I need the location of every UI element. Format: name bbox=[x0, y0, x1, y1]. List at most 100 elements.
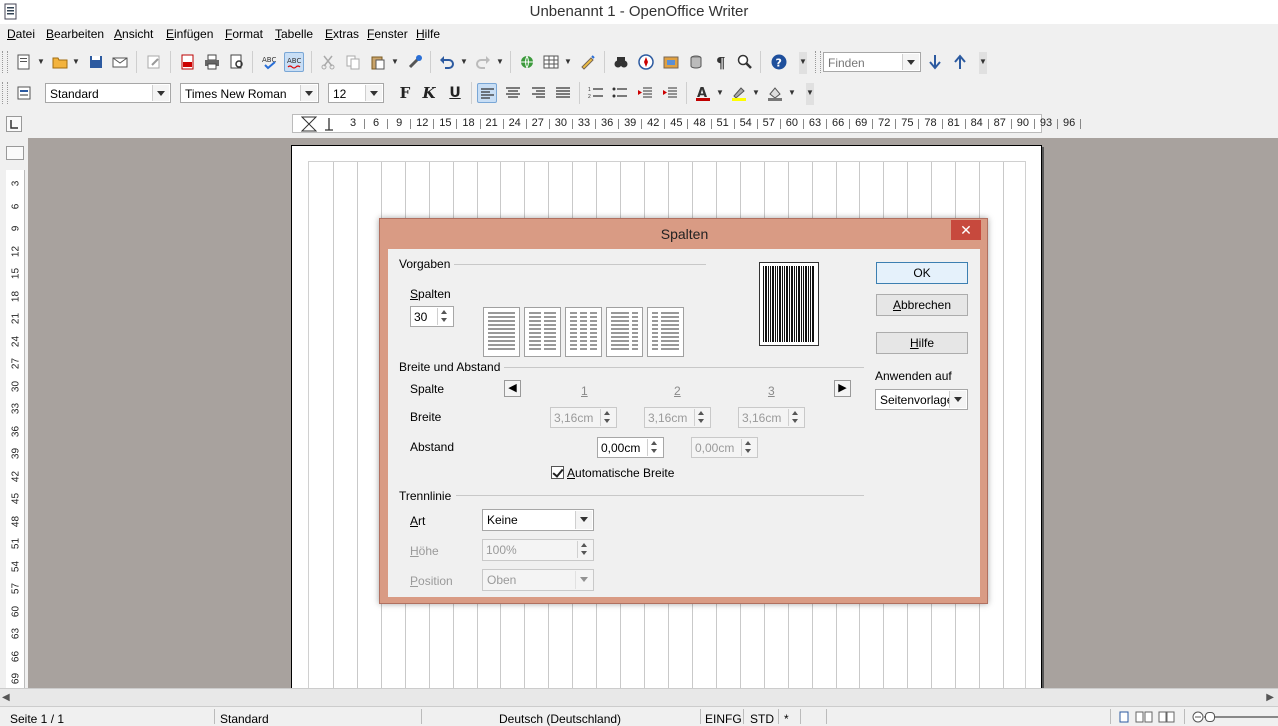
decrease-indent-icon[interactable] bbox=[635, 83, 655, 103]
formatting-toolbar-overflow-icon[interactable]: ▼ bbox=[806, 83, 814, 105]
background-color-dropdown-icon[interactable]: ▼ bbox=[788, 83, 796, 103]
dialog-close-icon[interactable]: ✕ bbox=[951, 220, 981, 240]
data-sources-icon[interactable] bbox=[686, 52, 706, 72]
tab-stop-type-icon[interactable] bbox=[6, 116, 22, 132]
auto-width-checkbox[interactable] bbox=[551, 466, 564, 479]
copy-icon[interactable] bbox=[343, 52, 363, 72]
zoom-icon[interactable] bbox=[735, 52, 755, 72]
cut-icon[interactable] bbox=[318, 52, 338, 72]
left-indent-marker-icon[interactable] bbox=[301, 116, 319, 132]
apply-to-select[interactable]: Seitenvorlage bbox=[875, 389, 968, 410]
toolbar-grip[interactable] bbox=[2, 82, 8, 104]
zoom-slider[interactable] bbox=[1204, 716, 1278, 718]
width-column-3-spinner[interactable]: 3,16cm bbox=[738, 407, 805, 428]
bold-button[interactable]: F bbox=[395, 83, 415, 103]
menu-tabelle[interactable]: Tabelle bbox=[275, 27, 313, 41]
apply-to-dropdown-icon[interactable] bbox=[949, 391, 966, 408]
table-dropdown-icon[interactable]: ▼ bbox=[564, 52, 572, 72]
align-center-icon[interactable] bbox=[503, 83, 523, 103]
zoom-out-icon[interactable] bbox=[1192, 711, 1204, 723]
single-page-view-icon[interactable] bbox=[1118, 711, 1130, 723]
multi-page-view-icon[interactable] bbox=[1135, 711, 1153, 723]
new-document-icon[interactable] bbox=[14, 52, 34, 72]
line-position-dropdown-icon[interactable] bbox=[575, 571, 592, 589]
formatting-marks-icon[interactable]: ¶ bbox=[711, 52, 731, 72]
gallery-icon[interactable] bbox=[661, 52, 681, 72]
spellcheck-icon[interactable]: ABC bbox=[260, 52, 280, 72]
font-size-select[interactable]: 12 bbox=[328, 83, 384, 103]
edit-file-icon[interactable] bbox=[144, 52, 164, 72]
column-count-updown-icon[interactable] bbox=[437, 308, 452, 325]
highlighting-icon[interactable] bbox=[729, 83, 749, 103]
undo-icon[interactable] bbox=[437, 52, 457, 72]
print-icon[interactable] bbox=[202, 52, 222, 72]
clone-formatting-icon[interactable] bbox=[405, 52, 425, 72]
scroll-right-icon[interactable]: ▶ bbox=[1266, 692, 1274, 703]
column-count-spinner[interactable]: 30 bbox=[410, 306, 454, 327]
horizontal-scrollbar[interactable]: ◀ ▶ bbox=[0, 688, 1278, 706]
spacing-1-spinner[interactable]: 0,00cm bbox=[597, 437, 664, 458]
toolbar-grip[interactable] bbox=[2, 51, 8, 73]
cancel-button[interactable]: Abbrechen bbox=[876, 294, 968, 316]
previous-columns-icon[interactable]: ◀ bbox=[504, 380, 521, 397]
numbering-icon[interactable]: 12 bbox=[586, 83, 606, 103]
find-replace-icon[interactable] bbox=[611, 52, 631, 72]
export-pdf-icon[interactable] bbox=[178, 52, 198, 72]
help-icon[interactable]: ? bbox=[769, 52, 789, 72]
scroll-left-icon[interactable]: ◀ bbox=[2, 692, 10, 703]
menu-hilfe[interactable]: Hilfe bbox=[416, 27, 440, 41]
align-left-icon[interactable] bbox=[477, 83, 497, 103]
width-column-1-spinner[interactable]: 3,16cm bbox=[550, 407, 617, 428]
background-color-icon[interactable] bbox=[765, 83, 785, 103]
line-height-updown-icon[interactable] bbox=[577, 541, 592, 558]
paragraph-style-select[interactable]: Standard bbox=[45, 83, 171, 103]
zoom-slider-handle[interactable] bbox=[1205, 712, 1215, 722]
menu-datei[interactable]: Datei bbox=[7, 27, 35, 41]
menu-ansicht[interactable]: Ansicht bbox=[114, 27, 153, 41]
italic-button[interactable]: K bbox=[419, 83, 439, 103]
ok-button[interactable]: OK bbox=[876, 262, 968, 284]
horizontal-ruler[interactable]: 3 6 9 12 15 18 21 24 27 30 33 36 39 42 45 48 51 54 57 60 63 6… bbox=[292, 114, 1082, 133]
redo-dropdown-icon[interactable]: ▼ bbox=[496, 52, 504, 72]
auto-spellcheck-icon[interactable]: ABC bbox=[284, 52, 304, 72]
email-icon[interactable] bbox=[110, 52, 130, 72]
increase-indent-icon[interactable] bbox=[660, 83, 680, 103]
spacing-2-spinner[interactable]: 0,00cm bbox=[691, 437, 758, 458]
width-column-3-updown-icon[interactable] bbox=[788, 409, 803, 426]
save-icon[interactable] bbox=[86, 52, 106, 72]
styles-formatting-icon[interactable] bbox=[14, 83, 34, 103]
table-icon[interactable] bbox=[541, 52, 561, 72]
line-type-dropdown-icon[interactable] bbox=[575, 511, 592, 529]
preset-2-columns-right-wide[interactable] bbox=[647, 307, 684, 357]
font-color-icon[interactable]: A bbox=[693, 83, 713, 103]
menu-fenster[interactable]: Fenster bbox=[367, 27, 408, 41]
width-column-2-spinner[interactable]: 3,16cm bbox=[644, 407, 711, 428]
line-type-select[interactable]: Keine bbox=[482, 509, 594, 531]
menu-extras[interactable]: Extras bbox=[325, 27, 359, 41]
navigator-icon[interactable] bbox=[636, 52, 656, 72]
paragraph-style-dropdown-icon[interactable] bbox=[152, 85, 169, 101]
hyperlink-icon[interactable] bbox=[517, 52, 537, 72]
find-input[interactable]: Finden bbox=[823, 52, 921, 72]
preset-2-columns[interactable] bbox=[524, 307, 561, 357]
find-toolbar-overflow-icon[interactable]: ▼ bbox=[979, 52, 987, 74]
paste-icon[interactable] bbox=[368, 52, 388, 72]
line-position-select[interactable]: Oben bbox=[482, 569, 594, 591]
open-folder-icon[interactable] bbox=[50, 52, 70, 72]
align-right-icon[interactable] bbox=[528, 83, 548, 103]
next-columns-icon[interactable]: ▶ bbox=[834, 380, 851, 397]
print-preview-icon[interactable] bbox=[227, 52, 247, 72]
toolbar-overflow-icon[interactable]: ▼ bbox=[799, 52, 807, 74]
redo-icon[interactable] bbox=[473, 52, 493, 72]
preset-1-column[interactable] bbox=[483, 307, 520, 357]
undo-dropdown-icon[interactable]: ▼ bbox=[460, 52, 468, 72]
find-toolbar-grip[interactable] bbox=[815, 51, 821, 73]
width-column-1-updown-icon[interactable] bbox=[600, 409, 615, 426]
new-dropdown-icon[interactable]: ▼ bbox=[37, 52, 45, 72]
find-previous-icon[interactable] bbox=[950, 52, 970, 72]
preset-2-columns-left-wide[interactable] bbox=[606, 307, 643, 357]
menu-einfuegen[interactable]: Einfügen bbox=[166, 27, 213, 41]
font-size-dropdown-icon[interactable] bbox=[365, 85, 382, 101]
underline-button[interactable]: U bbox=[445, 83, 465, 103]
preset-3-columns[interactable] bbox=[565, 307, 602, 357]
